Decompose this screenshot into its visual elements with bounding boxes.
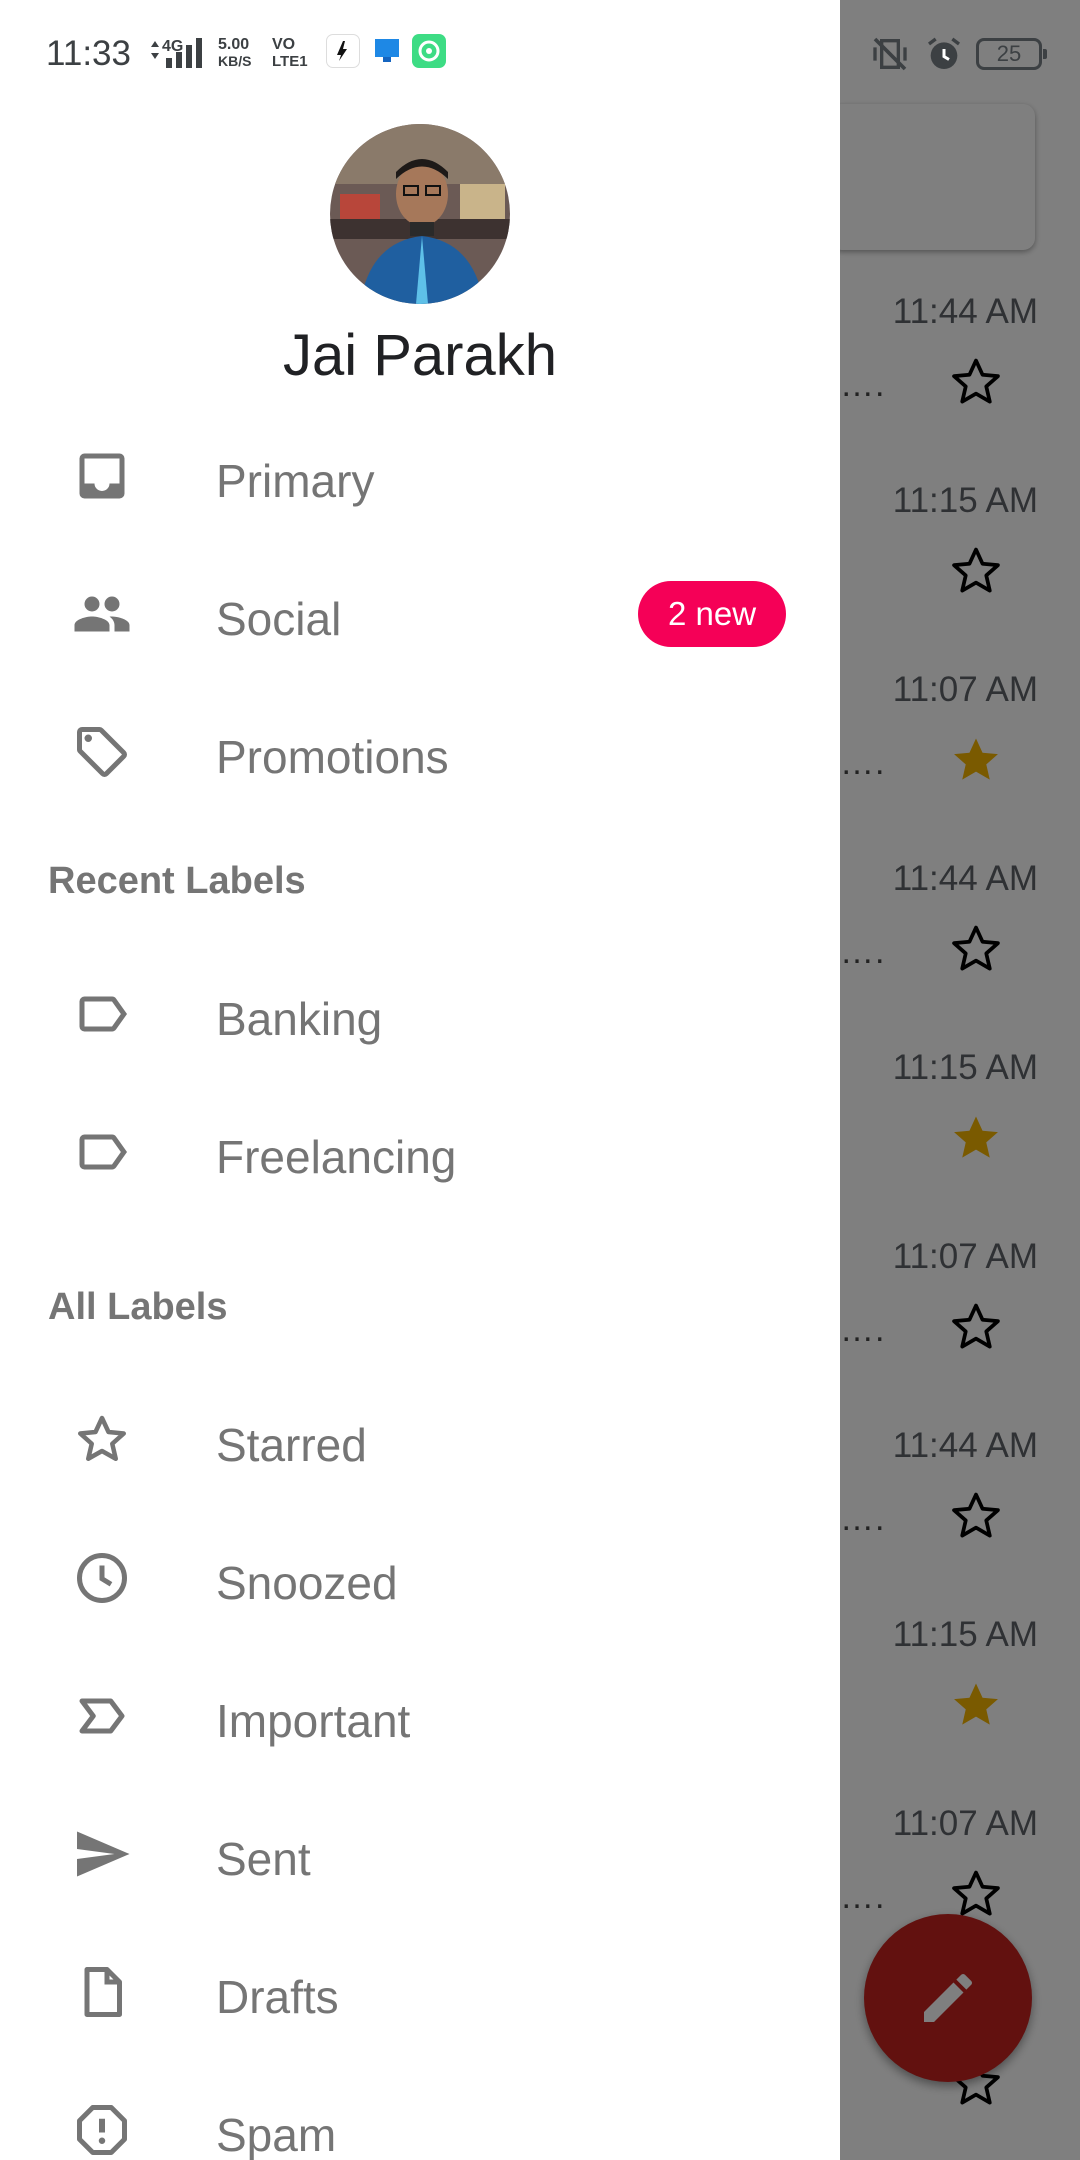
nav-item-label: Freelancing [216, 1131, 457, 1183]
send-icon [77, 1831, 130, 1877]
nav-item-label: Primary [216, 455, 375, 507]
nav-item-label: Important [216, 1695, 411, 1747]
nav-item-snoozed[interactable]: Snoozed [0, 1518, 840, 1638]
app-notification-icon [412, 34, 446, 68]
profile-photo [330, 124, 510, 304]
nav-item-spam[interactable]: Spam [0, 2070, 840, 2160]
volte-indicator: VO [272, 36, 296, 53]
nav-item-banking[interactable]: Banking [0, 954, 840, 1074]
app-notification-icon [370, 34, 404, 68]
status-time: 11:33 [46, 34, 131, 73]
nav-item-label: Banking [216, 993, 383, 1045]
nav-item-important[interactable]: Important [0, 1656, 840, 1776]
alarm-icon [928, 37, 960, 69]
nav-item-starred[interactable]: Starred [0, 1380, 840, 1500]
battery-indicator: 25 [976, 38, 1047, 70]
data-transfer-icon [151, 41, 159, 59]
app-notification-icon [326, 34, 360, 68]
nav-item-label: Promotions [216, 731, 449, 783]
nav-item-drafts[interactable]: Drafts [0, 1932, 840, 2052]
section-heading-all-labels: All Labels [48, 1286, 228, 1328]
nav-item-social[interactable]: Social 2 new [0, 554, 840, 674]
lte-indicator: LTE1 [272, 53, 308, 70]
vibrate-mute-icon [873, 37, 907, 71]
inbox-icon [79, 453, 125, 499]
section-heading-recent-labels: Recent Labels [48, 860, 306, 902]
nav-item-promotions[interactable]: Promotions [0, 692, 840, 812]
status-right-icons: 25 [868, 30, 1048, 76]
star-icon [78, 1415, 126, 1461]
nav-item-label: Sent [216, 1833, 311, 1885]
tag-icon [77, 727, 128, 778]
network-speed-value: 5.00 [218, 36, 250, 53]
navigation-drawer: Jai Parakh Primary Social 2 new Promotio… [0, 0, 840, 2160]
status-bar: 11:33 4G 5.00 KB/S VO LTE1 25 [0, 0, 1080, 108]
account-name[interactable]: Jai Parakh [0, 322, 840, 389]
nav-item-label: Snoozed [216, 1557, 398, 1609]
signal-icon [166, 38, 202, 68]
important-icon [79, 1698, 125, 1734]
nav-item-freelancing[interactable]: Freelancing [0, 1092, 840, 1212]
new-count-badge: 2 new [638, 581, 786, 647]
label-icon [79, 996, 127, 1032]
nav-item-sent[interactable]: Sent [0, 1794, 840, 1914]
nav-item-primary[interactable]: Primary [0, 416, 840, 536]
nav-item-label: Social [216, 593, 342, 645]
nav-item-label: Spam [216, 2109, 337, 2160]
draft-icon [84, 1967, 122, 2017]
people-icon [74, 596, 130, 632]
account-avatar[interactable] [330, 124, 510, 304]
clock-icon [77, 1553, 127, 1603]
spam-icon [77, 2105, 127, 2155]
nav-item-label: Starred [216, 1419, 367, 1471]
label-icon [79, 1134, 127, 1170]
nav-item-label: Drafts [216, 1971, 339, 2023]
network-speed-unit: KB/S [218, 53, 252, 69]
